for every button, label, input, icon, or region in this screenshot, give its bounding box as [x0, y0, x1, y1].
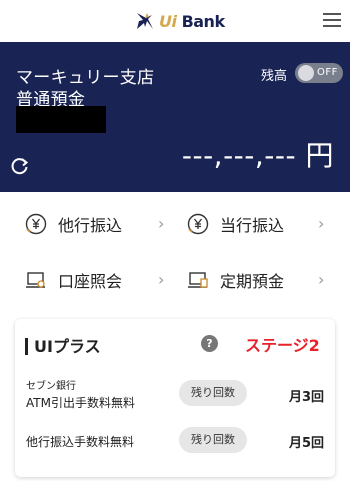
menu-label: 定期預金: [220, 272, 285, 291]
yen-transfer-icon: [24, 212, 48, 236]
menu-account-inquiry[interactable]: 口座照会: [24, 263, 122, 297]
refresh-icon[interactable]: [10, 156, 30, 176]
balance-amount: ---,---,--- 円: [181, 139, 334, 172]
menu-same-bank-transfer[interactable]: 当行振込: [186, 207, 284, 241]
ui-plus-title: UIプラス: [34, 337, 101, 356]
balance-label: 残高: [261, 69, 288, 84]
laptop-deposit-icon: [186, 268, 210, 292]
account-summary-card: マーキュリー支店 普通預金 残高 OFF ---,---,--- 円: [0, 42, 350, 192]
chevron-right-icon: ›: [318, 214, 325, 233]
chevron-right-icon: ›: [158, 270, 165, 289]
title-accent-bar: [25, 338, 28, 355]
benefit-label-line1: セブン銀行: [26, 381, 76, 392]
app-header: Ui Bank: [0, 0, 350, 42]
menu-label: 口座照会: [58, 272, 123, 291]
menu-time-deposit[interactable]: 定期預金: [186, 263, 284, 297]
menu-other-bank-transfer[interactable]: 他行振込: [24, 207, 122, 241]
ui-bank-logo[interactable]: Ui Bank: [135, 10, 225, 32]
hamburger-menu-icon[interactable]: [323, 13, 341, 28]
remaining-count-pill[interactable]: 残り回数: [179, 380, 247, 406]
logo-text: Ui Bank: [159, 11, 225, 31]
benefit-label-line2: ATM引出手数料無料: [26, 396, 135, 410]
stage-label: ステージ2: [245, 336, 320, 355]
x-cross-logo-icon: [137, 13, 153, 29]
help-icon[interactable]: ?: [201, 335, 218, 352]
benefit-label: 他行振込手数料無料: [26, 435, 135, 449]
menu-label: 他行振込: [58, 216, 123, 235]
account-number-redacted: [16, 106, 106, 133]
toggle-state-text: OFF: [317, 67, 338, 78]
remaining-count-value: 月5回: [289, 436, 325, 451]
remaining-count-value: 月3回: [289, 390, 325, 405]
menu-label: 当行振込: [220, 216, 285, 235]
toggle-knob: [298, 65, 314, 81]
chevron-right-icon: ›: [158, 214, 165, 233]
yen-transfer-icon: [186, 212, 210, 236]
remaining-count-pill[interactable]: 残り回数: [179, 427, 247, 453]
chevron-right-icon: ›: [318, 270, 325, 289]
balance-visibility-toggle[interactable]: OFF: [295, 63, 343, 83]
ui-plus-card: UIプラス ? ステージ2 セブン銀行 ATM引出手数料無料 残り回数 月3回 …: [15, 319, 335, 477]
laptop-search-icon: [24, 268, 48, 292]
